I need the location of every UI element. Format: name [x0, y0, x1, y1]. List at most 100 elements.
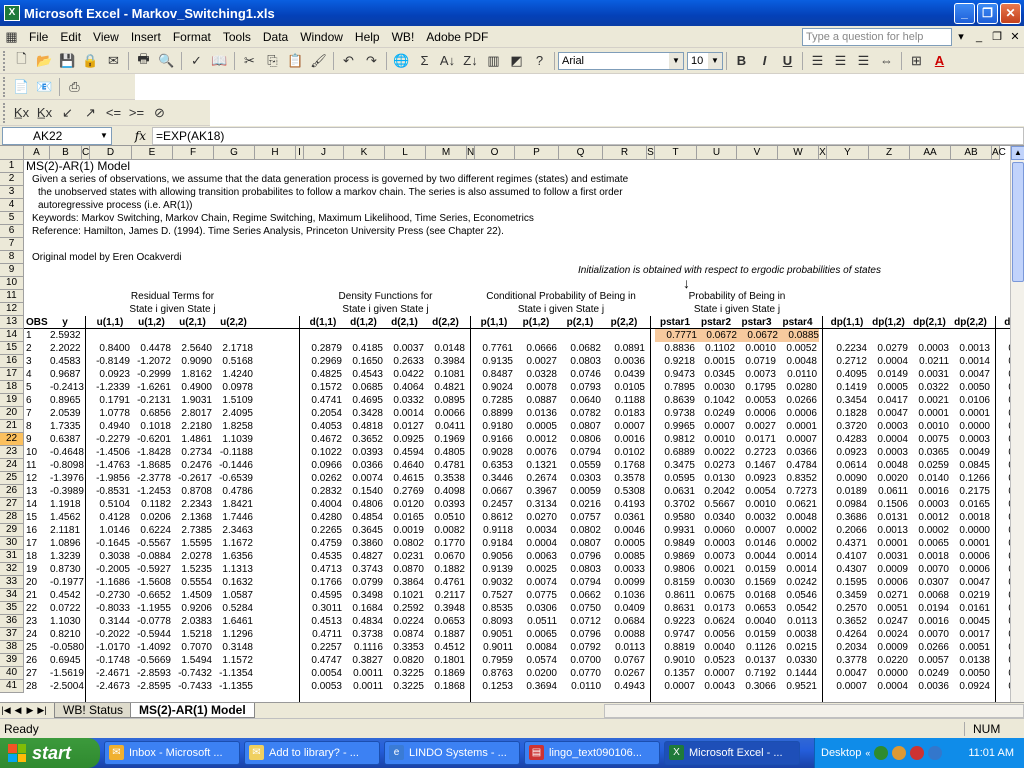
data-cell[interactable]: 0.0422 — [385, 368, 424, 381]
data-cell[interactable]: 0.0066 — [426, 407, 465, 420]
task-button-0[interactable]: ✉ Inbox - Microsoft ... — [104, 741, 240, 765]
column-header[interactable]: Z — [869, 146, 910, 160]
data-cell[interactable]: 0.4512 — [426, 641, 465, 654]
data-cell[interactable]: 1.0896 — [50, 537, 81, 550]
data-cell[interactable]: 0.0803 — [559, 355, 601, 368]
data-cell[interactable]: 0.0030 — [697, 576, 735, 589]
row-header[interactable]: 24 — [0, 459, 24, 472]
data-cell[interactable]: 0.2674 — [515, 472, 557, 485]
data-cell[interactable]: 0.0060 — [697, 524, 735, 537]
data-cell[interactable]: 0.2832 — [304, 485, 342, 498]
data-cell[interactable]: 0.0171 — [737, 433, 776, 446]
pdf-review-icon[interactable]: ⎙ — [63, 76, 86, 98]
data-cell[interactable]: 0.0595 — [655, 472, 695, 485]
data-cell[interactable]: 0.4128 — [90, 511, 130, 524]
column-header[interactable]: O — [475, 146, 515, 160]
data-cell[interactable]: 0.0054 — [304, 667, 342, 680]
data-cell[interactable]: 0.0082 — [426, 524, 465, 537]
data-cell[interactable]: 0.3454 — [827, 394, 867, 407]
data-cell[interactable]: 0.1797 — [1000, 381, 1010, 394]
data-cell[interactable]: 0.5308 — [603, 485, 645, 498]
data-cell[interactable]: 2.1181 — [50, 524, 80, 537]
data-cell[interactable]: 0.0767 — [603, 654, 645, 667]
data-cell[interactable]: 0.0970 — [1000, 680, 1010, 693]
data-cell[interactable]: 0.1969 — [426, 433, 465, 446]
data-cell[interactable]: 0.0065 — [910, 537, 949, 550]
data-cell[interactable]: 0.0409 — [603, 602, 645, 615]
data-cell[interactable]: 0.3066 — [737, 680, 776, 693]
data-cell[interactable]: -0.2005 — [90, 563, 130, 576]
data-cell[interactable]: 0.0891 — [603, 342, 645, 355]
data-cell[interactable]: -1.0170 — [90, 641, 130, 654]
scroll-up-icon[interactable]: ▲ — [1011, 146, 1024, 160]
data-cell[interactable]: -0.5927 — [132, 563, 171, 576]
data-cell[interactable]: 0.0003 — [951, 433, 990, 446]
data-cell[interactable]: 0.0105 — [603, 381, 645, 394]
data-cell[interactable]: 0.0200 — [515, 667, 557, 680]
spelling-icon[interactable]: ✓ — [185, 50, 208, 72]
data-cell[interactable]: 0.0011 — [344, 680, 383, 693]
data-cell[interactable]: 0.1632 — [214, 576, 253, 589]
wb-tool-6-icon[interactable]: ⊘ — [148, 102, 171, 124]
data-cell[interactable]: 0.0022 — [697, 446, 735, 459]
data-cell[interactable]: 0.1828 — [827, 407, 867, 420]
data-cell[interactable]: 0.0027 — [737, 420, 776, 433]
data-cell[interactable]: 0.0136 — [515, 407, 557, 420]
wb-tool-4-icon[interactable]: <= — [102, 102, 125, 124]
data-cell[interactable]: 0.4193 — [603, 498, 645, 511]
data-cell[interactable]: 0.1540 — [344, 485, 383, 498]
data-cell[interactable]: 0.8612 — [475, 511, 513, 524]
row-header[interactable]: 7 — [0, 238, 24, 251]
data-cell[interactable]: 2.0278 — [173, 550, 212, 563]
data-cell[interactable]: 25 — [24, 641, 48, 654]
data-cell[interactable]: 0.0056 — [697, 628, 735, 641]
data-cell[interactable]: 1.1296 — [214, 628, 253, 641]
data-cell[interactable]: 9 — [24, 433, 48, 446]
data-cell[interactable]: 0.4594 — [385, 446, 424, 459]
data-cell[interactable]: 0.1339 — [1000, 446, 1010, 459]
data-cell[interactable]: -0.3989 — [50, 485, 84, 498]
data-cell[interactable]: 0.4307 — [827, 563, 867, 576]
data-cell[interactable]: -1.4506 — [90, 446, 130, 459]
data-cell[interactable]: 0.2054 — [304, 407, 342, 420]
data-cell[interactable]: 0.0165 — [951, 498, 990, 511]
data-cell[interactable]: -0.0778 — [132, 615, 171, 628]
data-cell[interactable]: 0.4672 — [304, 433, 342, 446]
data-cell[interactable]: 0.0365 — [910, 446, 949, 459]
data-cell[interactable]: 0.0806 — [559, 433, 601, 446]
data-cell[interactable]: 2 — [24, 342, 48, 355]
data-cell[interactable]: 0.7761 — [475, 342, 513, 355]
data-cell[interactable]: 0.9028 — [475, 446, 513, 459]
data-cell[interactable]: 0.0005 — [869, 381, 908, 394]
data-cell[interactable]: -0.1446 — [214, 459, 253, 472]
column-header[interactable]: U — [697, 146, 737, 160]
data-cell[interactable]: 1.0587 — [214, 589, 253, 602]
row-header[interactable]: 31 — [0, 550, 24, 563]
data-cell[interactable]: 0.9580 — [655, 511, 695, 524]
data-cell[interactable]: 0.9521 — [778, 680, 817, 693]
data-cell[interactable]: 0.9806 — [655, 563, 695, 576]
data-cell[interactable]: 0.0211 — [910, 355, 949, 368]
save-icon[interactable]: 💾 — [56, 50, 79, 72]
data-cell[interactable]: 0.0018 — [910, 550, 949, 563]
horizontal-scrollbar[interactable] — [604, 703, 1024, 718]
data-cell[interactable]: 0.9135 — [475, 355, 513, 368]
data-cell[interactable]: 0.0120 — [385, 498, 424, 511]
data-cell[interactable]: 0.0614 — [827, 459, 867, 472]
data-cell[interactable]: 0.4695 — [344, 394, 383, 407]
data-cell[interactable]: 0.3733 — [1000, 420, 1010, 433]
data-cell[interactable]: 1.3239 — [50, 550, 81, 563]
align-right-icon[interactable]: ☰ — [852, 50, 875, 72]
data-cell[interactable]: 0.0249 — [910, 667, 949, 680]
permission-icon[interactable]: 🔒 — [79, 50, 102, 72]
data-cell[interactable]: 0.4004 — [304, 498, 342, 511]
column-header[interactable]: T — [655, 146, 697, 160]
data-cell[interactable]: 0.0775 — [515, 589, 557, 602]
menu-data[interactable]: Data — [257, 26, 294, 48]
data-cell[interactable]: 1.5218 — [173, 628, 212, 641]
data-cell[interactable]: 0.0546 — [778, 589, 817, 602]
data-cell[interactable]: 0.1515 — [1000, 472, 1010, 485]
row-header[interactable]: 27 — [0, 498, 24, 511]
data-cell[interactable]: 0.4713 — [304, 563, 342, 576]
data-cell[interactable]: 2.1718 — [214, 342, 253, 355]
